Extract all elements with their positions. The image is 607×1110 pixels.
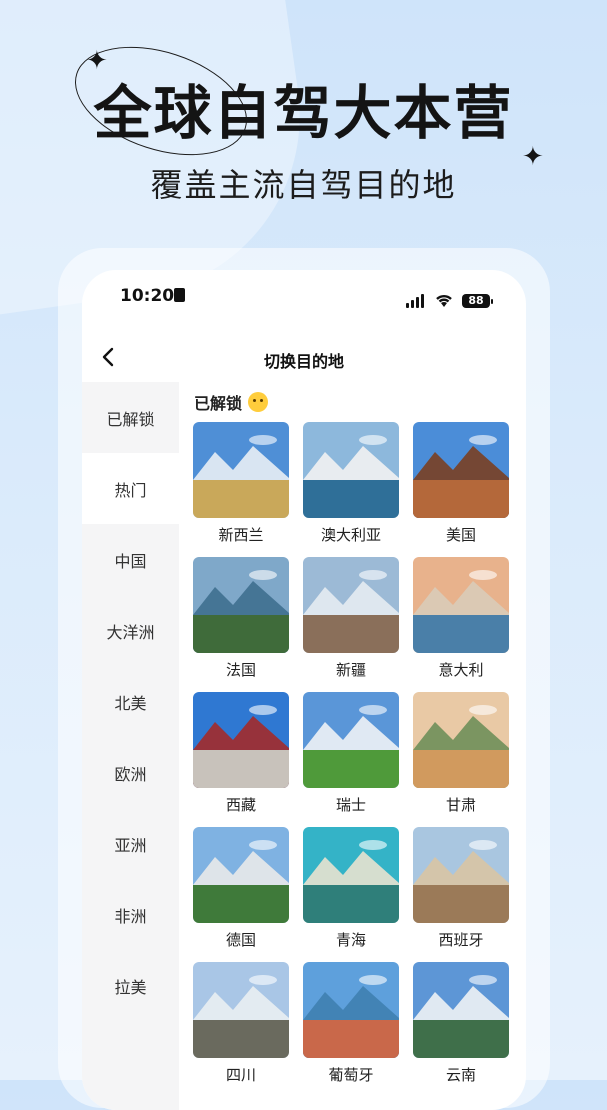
- destination-card[interactable]: 四川: [193, 962, 289, 1097]
- status-time: 10:20: [120, 286, 175, 306]
- destination-name: 西班牙: [438, 931, 484, 949]
- destination-name: 云南: [445, 1066, 476, 1084]
- destination-card[interactable]: 葡萄牙: [303, 962, 399, 1097]
- promo-title: 全球自驾大本营: [93, 79, 514, 147]
- destination-card[interactable]: 美国: [413, 422, 509, 557]
- destination-card[interactable]: 新疆: [303, 557, 399, 692]
- destination-name: 瑞士: [335, 796, 366, 814]
- destination-photo: [413, 827, 509, 923]
- destination-card[interactable]: 甘肃: [413, 692, 509, 827]
- destination-photo: [303, 422, 399, 518]
- id-card-icon: [174, 288, 185, 302]
- sidebar-item[interactable]: 欧洲: [82, 737, 179, 808]
- destination-name: 德国: [225, 931, 256, 949]
- destination-card[interactable]: 意大利: [413, 557, 509, 692]
- destination-card[interactable]: 法国: [193, 557, 289, 692]
- destination-photo: [193, 557, 289, 653]
- destination-name: 葡萄牙: [328, 1066, 374, 1084]
- destination-name: 甘肃: [445, 796, 476, 814]
- destination-photo: [303, 962, 399, 1058]
- destination-card[interactable]: 青海: [303, 827, 399, 962]
- destination-name: 新疆: [335, 661, 366, 679]
- sidebar-item[interactable]: 北美: [82, 666, 179, 737]
- destination-photo: [193, 422, 289, 518]
- sidebar-item[interactable]: 拉美: [82, 950, 179, 1021]
- destination-name: 四川: [225, 1066, 256, 1084]
- signal-icon: [406, 294, 424, 308]
- destination-photo: [413, 557, 509, 653]
- happy-face-icon: [248, 392, 269, 412]
- destination-card[interactable]: 德国: [193, 827, 289, 962]
- sidebar-item[interactable]: 已解锁: [82, 382, 179, 453]
- section-header: 已解锁: [194, 390, 269, 414]
- section-title: 已解锁: [194, 394, 243, 413]
- destination-photo: [303, 692, 399, 788]
- destination-name: 澳大利亚: [320, 526, 381, 544]
- destination-photo: [193, 692, 289, 788]
- destination-card[interactable]: 瑞士: [303, 692, 399, 827]
- destination-photo: [193, 827, 289, 923]
- status-bar: 10:20 88: [82, 270, 526, 330]
- sidebar-item[interactable]: 大洋洲: [82, 595, 179, 666]
- destination-card[interactable]: 西藏: [193, 692, 289, 827]
- nav-bar: 切换目的地: [82, 340, 526, 376]
- destination-photo: [413, 962, 509, 1058]
- destination-name: 意大利: [438, 661, 484, 679]
- destination-photo: [193, 962, 289, 1058]
- destination-name: 青海: [335, 931, 366, 949]
- destination-photo: [413, 692, 509, 788]
- page-title: 切换目的地: [263, 352, 344, 371]
- destination-photo: [303, 557, 399, 653]
- destination-photo: [413, 422, 509, 518]
- destination-name: 新西兰: [218, 526, 264, 544]
- destination-grid: 新西兰 澳大利亚 美国法国 新疆 意大利西藏 瑞士 甘肃德国 青海 西班牙四川 葡萄牙 云南: [193, 422, 509, 1097]
- battery-tip: [491, 299, 493, 304]
- destination-name: 西藏: [225, 796, 256, 814]
- destination-card[interactable]: 新西兰: [193, 422, 289, 557]
- sidebar-item[interactable]: 亚洲: [82, 808, 179, 879]
- sidebar-item[interactable]: 中国: [82, 524, 179, 595]
- destination-photo: [303, 827, 399, 923]
- destination-name: 法国: [225, 661, 256, 679]
- destination-card[interactable]: 西班牙: [413, 827, 509, 962]
- promo-subtitle: 覆盖主流自驾目的地: [150, 166, 457, 204]
- region-sidebar: 已解锁 热门 中国 大洋洲 北美 欧洲 亚洲 非洲 拉美: [82, 382, 179, 1110]
- battery-icon: 88: [462, 294, 490, 308]
- destination-name: 美国: [445, 526, 476, 544]
- destination-card[interactable]: 澳大利亚: [303, 422, 399, 557]
- phone-screen: 10:20 88 切换目的地 已解锁 热门 中国 大洋洲 北美 欧洲 亚洲 非洲 拉美 已解锁 …: [82, 270, 526, 1110]
- sidebar-item[interactable]: 非洲: [82, 879, 179, 950]
- wifi-icon: [434, 292, 454, 312]
- destination-card[interactable]: 云南: [413, 962, 509, 1097]
- sidebar-item[interactable]: 热门: [82, 453, 179, 524]
